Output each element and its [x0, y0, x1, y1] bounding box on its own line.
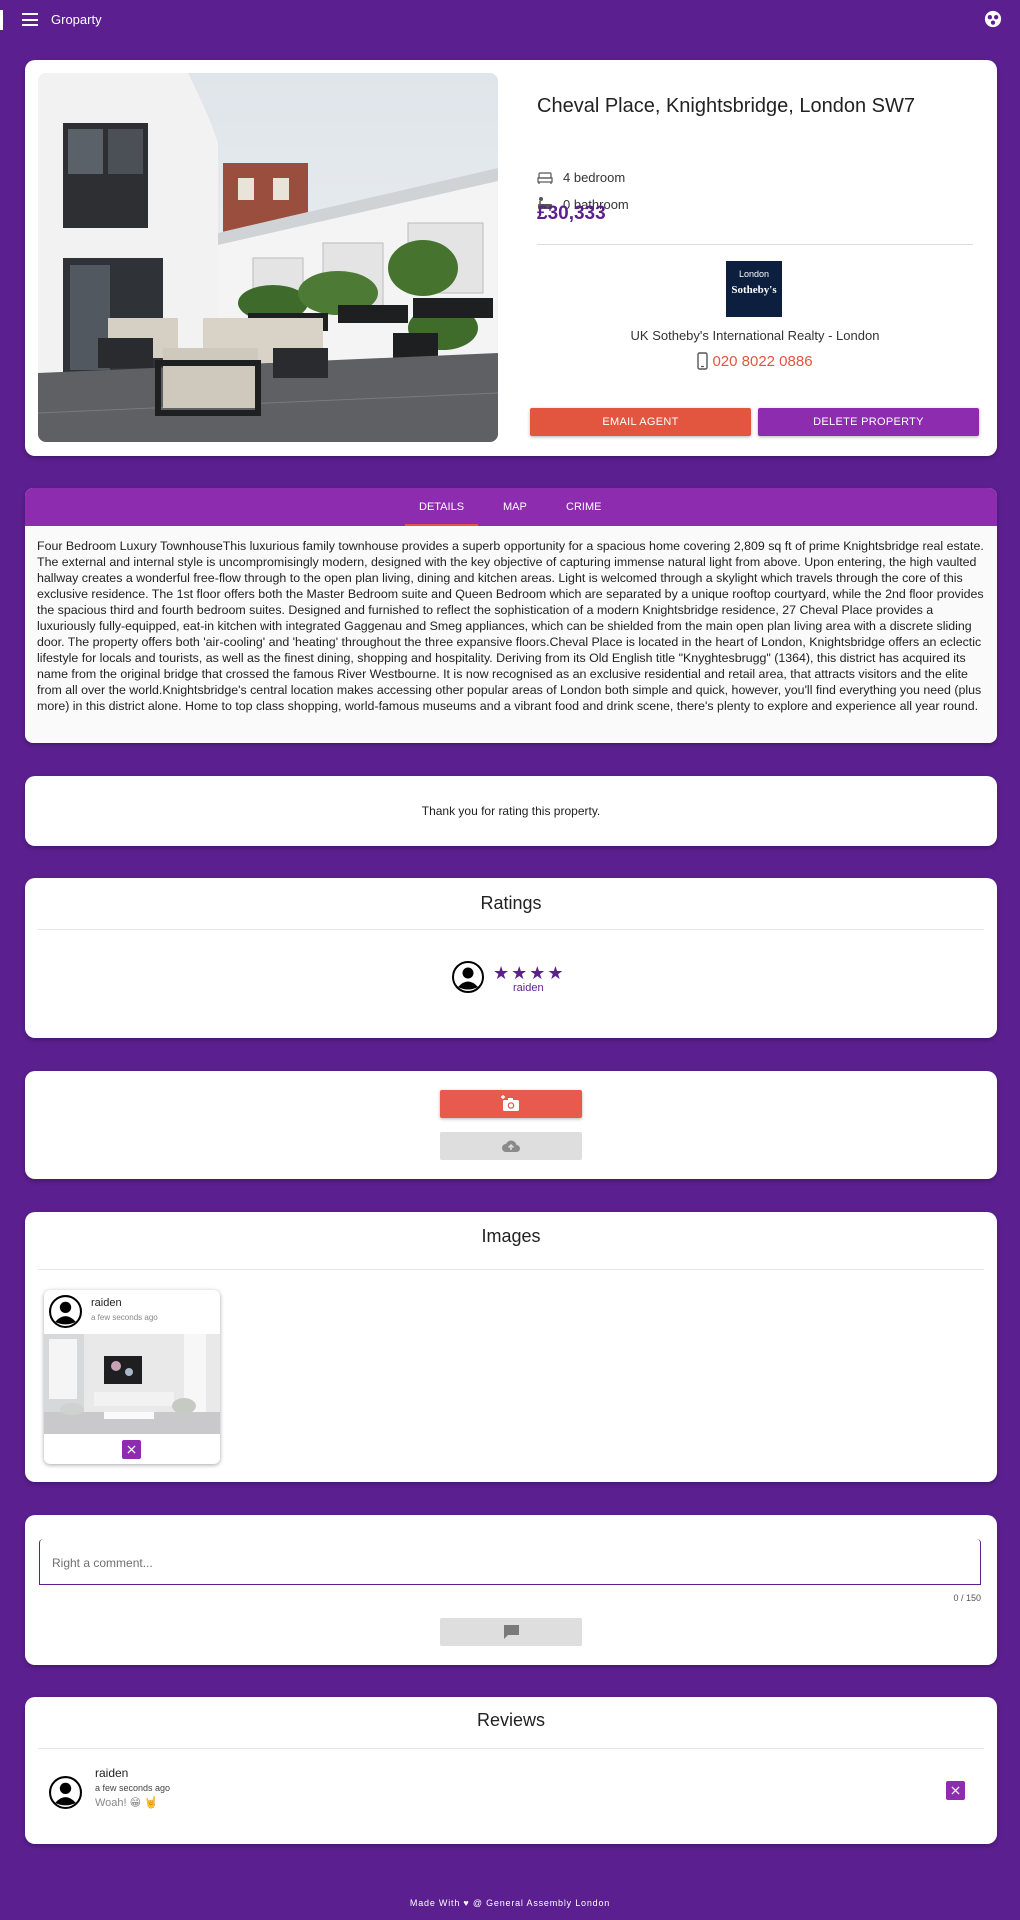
cloud-upload-icon — [502, 1140, 520, 1152]
ratings-title: Ratings — [480, 893, 542, 913]
review-text: Woah! 😁 🤘 — [95, 1797, 158, 1809]
details-card: DETAILS MAP CRIME Four Bedroom Luxury To… — [25, 488, 997, 743]
tab-crime[interactable]: CRIME — [566, 488, 601, 526]
property-price: £30,333 — [537, 203, 606, 224]
upload-button[interactable] — [440, 1132, 582, 1160]
interior-photo — [44, 1334, 220, 1434]
agent-logo: London Sotheby's — [726, 261, 782, 317]
images-title: Images — [481, 1226, 541, 1246]
app-title[interactable]: Groparty — [51, 12, 102, 27]
image-post-user: raiden — [91, 1297, 122, 1309]
image-post-time: a few seconds ago — [91, 1313, 158, 1322]
drawer-edge — [0, 10, 3, 30]
close-icon — [127, 1445, 136, 1454]
reviews-divider — [38, 1748, 984, 1749]
image-post: raiden a few seconds ago — [44, 1290, 220, 1464]
delete-review-button[interactable] — [946, 1781, 965, 1800]
tab-details[interactable]: DETAILS — [404, 488, 479, 526]
agent-phone[interactable]: 020 8022 0886 — [537, 352, 973, 370]
rating-user: raiden — [513, 982, 544, 994]
delete-image-button[interactable] — [122, 1440, 141, 1459]
avatar — [452, 961, 484, 993]
review-time: a few seconds ago — [95, 1783, 171, 1793]
rating-thanks-text: Thank you for rating this property. — [421, 804, 601, 818]
comment-card: 0 / 150 — [25, 1515, 997, 1665]
submit-comment-button[interactable] — [440, 1618, 582, 1646]
review-user: raiden — [95, 1766, 129, 1780]
add-photo-icon — [501, 1095, 519, 1111]
avatar — [49, 1776, 82, 1809]
add-photo-button[interactable] — [440, 1090, 582, 1118]
rating-thanks-card: Thank you for rating this property. — [25, 776, 997, 846]
delete-property-button[interactable]: DELETE PROPERTY — [758, 408, 979, 436]
rating-stars: ★★★★ — [493, 963, 566, 983]
bed-icon — [537, 171, 553, 184]
character-counter: 0 / 150 — [953, 1593, 981, 1603]
tab-map[interactable]: MAP — [503, 488, 527, 526]
agent-name: UK Sotheby's International Realty - Lond… — [630, 328, 880, 343]
reviews-title: Reviews — [476, 1710, 546, 1730]
agent-phone-number[interactable]: 020 8022 0886 — [712, 353, 812, 370]
bedroom-label: 4 bedroom — [563, 170, 626, 185]
footer-text: Made With ♥ @ General Assembly London — [409, 1898, 611, 1908]
app-logo-icon[interactable] — [984, 10, 1002, 28]
upload-card — [25, 1071, 997, 1179]
menu-icon[interactable] — [22, 13, 38, 26]
email-agent-button[interactable]: EMAIL AGENT — [530, 408, 751, 436]
comment-field[interactable] — [39, 1539, 981, 1585]
property-card: Cheval Place, Knightsbridge, London SW7 … — [25, 60, 997, 456]
comment-icon — [503, 1625, 519, 1639]
reviews-card: Reviews raiden a few seconds ago Woah! 😁… — [25, 1697, 997, 1844]
app-bar: Groparty — [0, 0, 1020, 40]
property-description: Four Bedroom Luxury TownhouseThis luxuri… — [37, 539, 984, 713]
bedroom-count: 4 bedroom — [537, 170, 625, 185]
ratings-card: Ratings ★★★★ raiden — [25, 878, 997, 1038]
property-photo — [38, 73, 498, 442]
close-icon — [951, 1786, 960, 1795]
ratings-divider — [38, 929, 984, 930]
property-title: Cheval Place, Knightsbridge, London SW7 — [537, 95, 916, 117]
avatar — [49, 1295, 82, 1328]
tab-bar: DETAILS MAP CRIME — [25, 488, 997, 526]
images-divider — [38, 1269, 984, 1270]
comment-input[interactable] — [52, 1556, 968, 1570]
divider — [537, 244, 973, 245]
images-card: Images raiden a few seconds ago — [25, 1212, 997, 1482]
phone-icon — [697, 352, 709, 370]
